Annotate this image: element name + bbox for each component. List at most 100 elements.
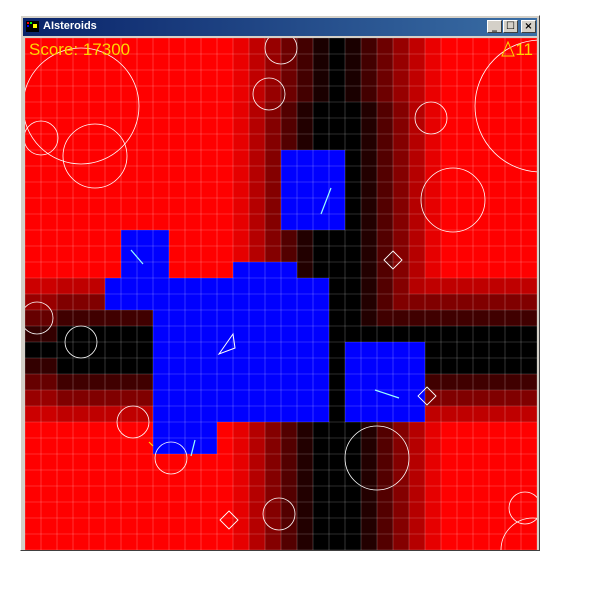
- grid-cell: [265, 438, 281, 454]
- grid-cell: [217, 214, 233, 230]
- grid-cell: [377, 134, 393, 150]
- grid-cell: [281, 470, 297, 486]
- grid-cell: [345, 246, 361, 262]
- grid-cell: [249, 246, 265, 262]
- grid-cell: [345, 166, 361, 182]
- grid-cell: [393, 310, 409, 326]
- grid-cell: [73, 454, 89, 470]
- grid-cell: [457, 454, 473, 470]
- grid-cell: [25, 182, 41, 198]
- grid-cell: [217, 230, 233, 246]
- grid-cell: [457, 438, 473, 454]
- grid-cell: [265, 214, 281, 230]
- grid-cell: [297, 198, 313, 214]
- close-button[interactable]: ×: [521, 20, 536, 33]
- grid-cell: [233, 70, 249, 86]
- game-canvas[interactable]: [25, 38, 537, 550]
- grid-cell: [73, 502, 89, 518]
- grid-cell: [121, 182, 137, 198]
- grid-cell: [473, 246, 489, 262]
- minimize-button[interactable]: _: [487, 20, 502, 33]
- grid-cell: [393, 294, 409, 310]
- grid-cell: [457, 342, 473, 358]
- grid-cell: [233, 198, 249, 214]
- grid-cell: [361, 230, 377, 246]
- grid-cell: [505, 118, 521, 134]
- grid-cell: [217, 38, 233, 54]
- grid-cell: [89, 406, 105, 422]
- grid-cell: [297, 518, 313, 534]
- grid-cell: [89, 358, 105, 374]
- grid-cell: [345, 502, 361, 518]
- grid-cell: [441, 518, 457, 534]
- grid-cell: [89, 438, 105, 454]
- grid-cell: [489, 86, 505, 102]
- grid-cell: [345, 150, 361, 166]
- grid-cell: [249, 230, 265, 246]
- grid-cell: [489, 134, 505, 150]
- grid-cell: [105, 246, 121, 262]
- grid-cell: [441, 422, 457, 438]
- grid-cell: [409, 470, 425, 486]
- grid-cell: [377, 518, 393, 534]
- grid-cell: [345, 534, 361, 550]
- window-title: AIsteroids: [43, 20, 97, 32]
- grid-cell: [457, 326, 473, 342]
- game-viewport[interactable]: Score: 17300 11: [25, 38, 537, 550]
- grid-cell: [409, 486, 425, 502]
- grid-cell: [201, 502, 217, 518]
- grid-cell: [249, 470, 265, 486]
- grid-cell: [345, 326, 361, 342]
- grid-cell: [89, 534, 105, 550]
- grid-cell: [505, 438, 521, 454]
- grid-cell: [41, 518, 57, 534]
- grid-cell: [393, 470, 409, 486]
- grid-cell: [489, 214, 505, 230]
- grid-cell: [137, 486, 153, 502]
- grid-cell: [345, 230, 361, 246]
- grid-cell: [457, 70, 473, 86]
- grid-cell: [265, 38, 281, 54]
- grid-cell: [377, 102, 393, 118]
- grid-cell: [521, 502, 537, 518]
- grid-cell: [121, 518, 137, 534]
- grid-cell: [409, 294, 425, 310]
- grid-cell: [361, 454, 377, 470]
- grid-cell: [265, 374, 281, 390]
- grid-cell: [233, 358, 249, 374]
- grid-cell: [217, 182, 233, 198]
- grid-cell: [201, 422, 217, 438]
- grid-cell: [345, 454, 361, 470]
- grid-cell: [265, 470, 281, 486]
- grid-cell: [249, 262, 265, 278]
- grid-cell: [201, 134, 217, 150]
- grid-cell: [265, 198, 281, 214]
- grid-cell: [345, 342, 361, 358]
- grid-cell: [137, 38, 153, 54]
- grid-cell: [137, 342, 153, 358]
- grid-cell: [393, 54, 409, 70]
- grid-cell: [89, 214, 105, 230]
- grid-cell: [361, 182, 377, 198]
- grid-cell: [521, 246, 537, 262]
- grid-cell: [265, 502, 281, 518]
- grid-cell: [473, 390, 489, 406]
- grid-cell: [361, 374, 377, 390]
- maximize-button[interactable]: ☐: [503, 20, 518, 33]
- title-bar[interactable]: AIsteroids _ ☐ ×: [23, 18, 537, 36]
- grid-cell: [201, 166, 217, 182]
- grid-cell: [345, 278, 361, 294]
- grid-cell: [121, 278, 137, 294]
- grid-cell: [25, 406, 41, 422]
- app-window: AIsteroids _ ☐ × Score: 17300 11: [20, 15, 540, 551]
- grid-cell: [73, 102, 89, 118]
- grid-cell: [41, 374, 57, 390]
- grid-cell: [41, 246, 57, 262]
- grid-cell: [473, 38, 489, 54]
- grid-cell: [505, 486, 521, 502]
- grid-cell: [57, 102, 73, 118]
- grid-cell: [409, 262, 425, 278]
- grid-cell: [265, 422, 281, 438]
- grid-cell: [105, 518, 121, 534]
- grid-cell: [73, 262, 89, 278]
